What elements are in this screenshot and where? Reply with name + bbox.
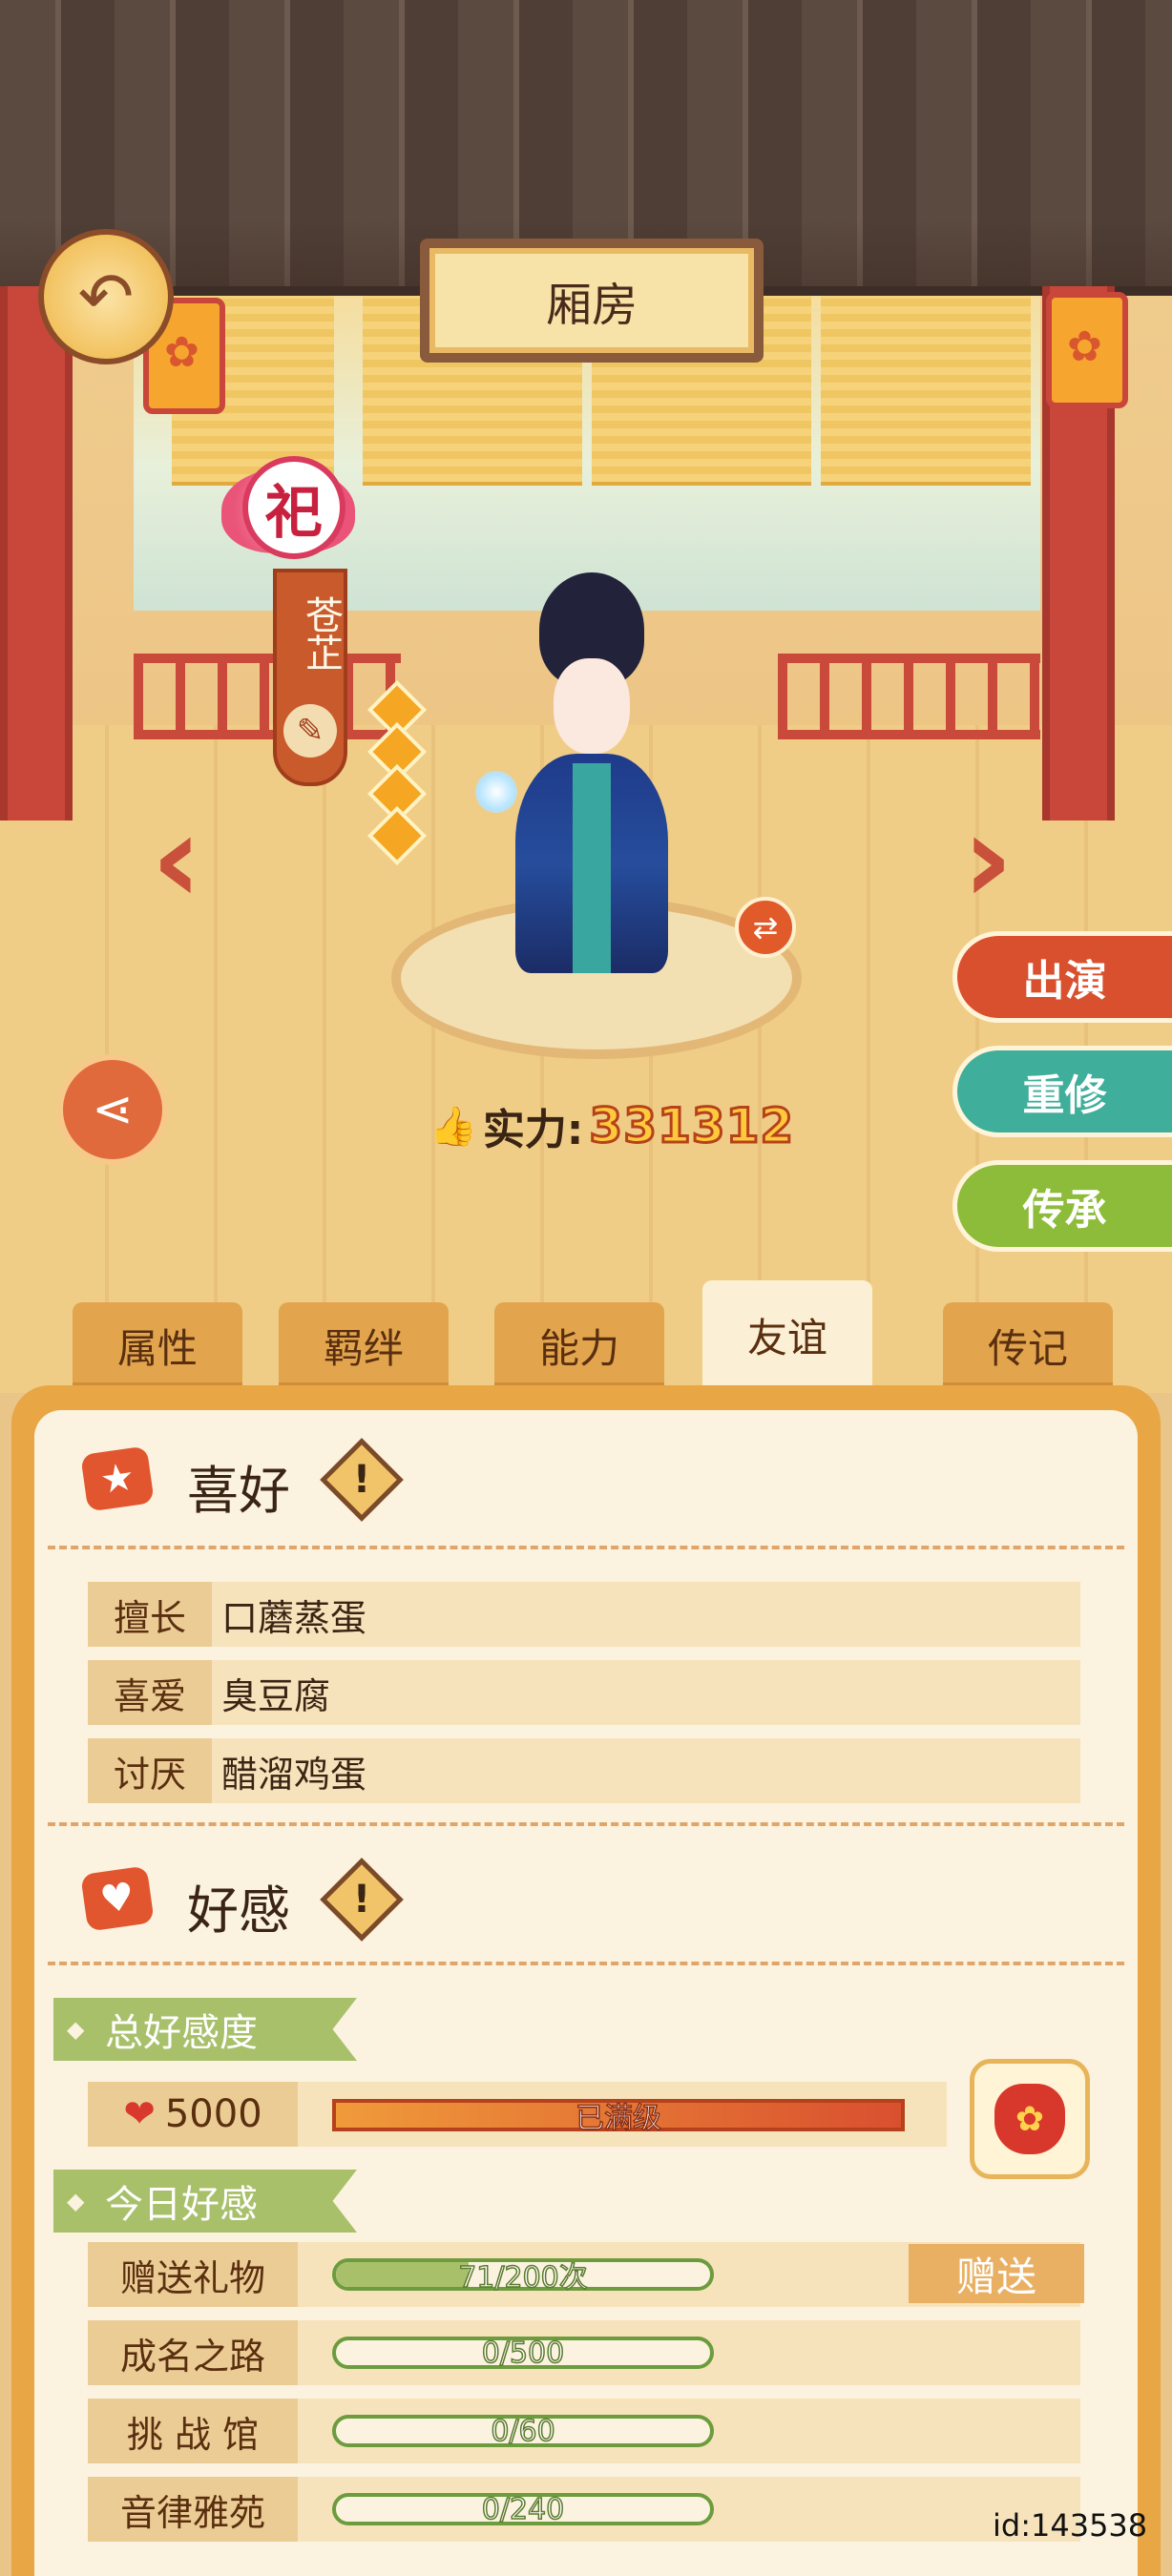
pref-value: 口蘑蒸蛋	[221, 1596, 367, 1639]
left-railing	[134, 654, 401, 739]
heart-icon: ❤	[123, 2092, 156, 2136]
share-icon: ⋖	[92, 1081, 134, 1138]
total-affection-row: ❤ 5000 已满级	[88, 2082, 947, 2147]
role-badge-glyph: 祀	[242, 456, 345, 559]
exclamation-icon: !	[352, 1458, 371, 1502]
total-affection-number: 5000	[164, 2092, 262, 2136]
gift-button[interactable]: 赠送	[909, 2244, 1084, 2303]
divider	[48, 1822, 1124, 1826]
preferences-title: 喜好	[187, 1461, 290, 1521]
progress-text: 0/500	[481, 2336, 565, 2371]
perform-button[interactable]: 出演	[952, 931, 1172, 1023]
star-card-icon: ★	[80, 1445, 155, 1512]
lantern-icon	[1046, 292, 1128, 408]
retrain-button[interactable]: 重修	[952, 1046, 1172, 1137]
character-sprite[interactable]	[496, 572, 687, 992]
tab-biography[interactable]: 传记	[943, 1302, 1113, 1388]
next-character-button[interactable]: ›	[945, 792, 1031, 925]
tab-friendship[interactable]: 友谊	[702, 1280, 872, 1389]
total-affection-value: ❤ 5000	[88, 2082, 298, 2147]
today-row-label: 挑 战 馆	[88, 2399, 298, 2463]
list-item: 擅长 口蘑蒸蛋	[88, 1582, 1080, 1647]
player-id: id:143538	[993, 2507, 1148, 2544]
pref-label: 擅长	[88, 1582, 212, 1647]
divider	[48, 1546, 1124, 1549]
left-pillar	[0, 286, 73, 821]
progress-text: 0/60	[491, 2414, 556, 2449]
swap-icon: ⇄	[752, 909, 779, 945]
total-affection-ribbon: 总好感度	[53, 1998, 357, 2061]
share-button[interactable]: ⋖	[57, 1054, 168, 1165]
brush-icon[interactable]: ✎	[283, 704, 337, 758]
table-row: 音律雅苑 0/240	[88, 2477, 1080, 2542]
list-item: 讨厌 醋溜鸡蛋	[88, 1738, 1080, 1803]
chevron-left-icon: ‹	[151, 786, 202, 931]
prev-character-button[interactable]: ‹	[134, 792, 220, 925]
pref-label: 喜爱	[88, 1660, 212, 1725]
pref-value: 臭豆腐	[221, 1674, 331, 1717]
list-item: 喜爱 臭豆腐	[88, 1660, 1080, 1725]
power-display: 👍 实力: 331312	[429, 1095, 795, 1156]
exclamation-icon: !	[352, 1878, 371, 1922]
gift-bag-icon: ✿	[994, 2084, 1065, 2154]
swap-outfit-button[interactable]: ⇄	[735, 897, 796, 958]
character-sash	[573, 763, 611, 973]
right-railing	[778, 654, 1040, 739]
back-button[interactable]: ↶	[38, 229, 174, 364]
bamboo-blind	[821, 291, 1031, 486]
affection-title: 好感	[187, 1880, 290, 1941]
pref-value: 醋溜鸡蛋	[221, 1753, 367, 1796]
total-affection-status: 已满级	[575, 2101, 662, 2136]
table-row: 成名之路 0/500	[88, 2320, 1080, 2385]
progress-text: 71/200次	[457, 2260, 588, 2296]
power-value: 331312	[588, 1097, 795, 1155]
thumbs-up-icon: 👍	[429, 1104, 477, 1149]
role-badge: 祀	[221, 456, 355, 580]
today-row-label: 音律雅苑	[88, 2477, 298, 2542]
power-label: 实力:	[482, 1106, 584, 1154]
back-arrow-icon: ↶	[77, 258, 135, 336]
today-row-label: 成名之路	[88, 2320, 298, 2385]
inherit-button[interactable]: 传承	[952, 1160, 1172, 1252]
progress-text: 0/240	[481, 2492, 565, 2527]
pref-label: 讨厌	[88, 1738, 212, 1803]
tab-abilities[interactable]: 能力	[494, 1302, 664, 1388]
character-name: 苍芷	[299, 595, 343, 672]
character-face	[554, 658, 630, 754]
tab-attributes[interactable]: 属性	[73, 1302, 242, 1388]
page-title: 厢房	[420, 239, 764, 363]
heart-card-icon: ♥	[80, 1865, 155, 1932]
chevron-right-icon: ›	[962, 786, 1014, 931]
divider	[48, 1962, 1124, 1965]
today-affection-ribbon: 今日好感	[53, 2170, 357, 2233]
total-affection-bar: 已满级	[332, 2099, 905, 2136]
gift-bag-button[interactable]: ✿	[970, 2059, 1090, 2179]
tab-bonds[interactable]: 羁绊	[279, 1302, 449, 1388]
glow-orb	[475, 771, 517, 813]
table-row: 挑 战 馆 0/60	[88, 2399, 1080, 2463]
name-banner: 苍芷 ✎	[273, 569, 347, 786]
today-row-label: 赠送礼物	[88, 2242, 298, 2307]
